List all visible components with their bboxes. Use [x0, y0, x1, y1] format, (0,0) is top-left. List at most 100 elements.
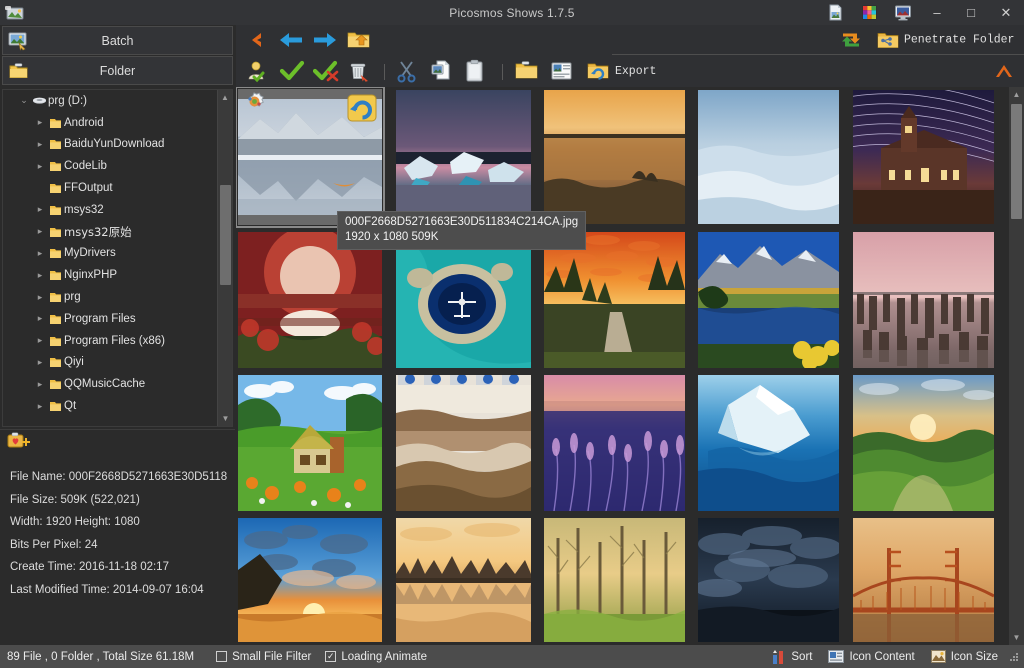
chevron-right-icon[interactable]: ▸	[33, 117, 47, 128]
small-file-filter-checkbox[interactable]: Small File Filter	[216, 651, 311, 663]
folder-tree[interactable]: ⌄ prg (D:) ▸ Android	[2, 89, 233, 427]
rename-icon[interactable]	[550, 60, 574, 82]
grid-scrollbar-thumb[interactable]	[1011, 104, 1022, 219]
thumbnail-item[interactable]	[853, 375, 994, 511]
thumbnail-item[interactable]	[853, 90, 994, 224]
tree-item-program-files[interactable]: ▸ Program Files	[3, 308, 217, 330]
tree-item-mydrivers[interactable]: ▸ MyDrivers	[3, 243, 217, 265]
checkbox-box[interactable]: ✓	[325, 651, 336, 662]
new-folder-icon[interactable]	[514, 60, 540, 82]
thumbnail-item[interactable]	[238, 375, 382, 511]
thumbnail-item[interactable]	[698, 518, 839, 642]
tree-item-nginxphp[interactable]: ▸ NginxPHP	[3, 264, 217, 286]
thumbnail-item[interactable]	[238, 518, 382, 642]
chevron-right-icon[interactable]: ▸	[33, 226, 47, 237]
scroll-up-icon[interactable]: ▲	[218, 90, 232, 105]
tree-item-qt[interactable]: ▸ Qt	[3, 395, 217, 417]
chevron-right-icon[interactable]: ▸	[33, 248, 47, 259]
select-person-icon[interactable]	[245, 59, 269, 83]
delete-trash-icon[interactable]	[347, 59, 371, 83]
tree-item-program-files-x86[interactable]: ▸ Program Files (x86)	[3, 330, 217, 352]
icon-size-button[interactable]: Icon Size	[931, 650, 998, 663]
tree-root-prg[interactable]: ⌄ prg (D:)	[3, 90, 217, 112]
thumbnail-item[interactable]	[396, 375, 531, 511]
chevron-right-icon[interactable]: ▸	[33, 313, 47, 324]
icon-content-button[interactable]: Icon Content	[828, 650, 914, 663]
select-all-check-icon[interactable]	[279, 59, 305, 83]
thumbnail-item[interactable]	[544, 232, 685, 368]
thumbnail-item[interactable]	[698, 232, 839, 368]
chevron-down-icon[interactable]: ⌄	[17, 95, 31, 106]
favorite-add-icon[interactable]	[6, 431, 32, 456]
scroll-up-icon[interactable]: ▲	[1009, 87, 1024, 102]
close-button[interactable]: ✕	[988, 0, 1024, 25]
thumbnail-item[interactable]	[396, 518, 531, 642]
forward-arrow-icon[interactable]	[312, 30, 338, 50]
chevron-right-icon[interactable]: ▸	[33, 401, 47, 412]
thumbnail-item[interactable]	[238, 89, 382, 225]
chevron-right-icon[interactable]: ▸	[33, 292, 47, 303]
chevron-right-icon[interactable]: ▸	[33, 357, 47, 368]
document-image-icon[interactable]	[818, 0, 852, 25]
file-size-line: File Size: 509K (522,021)	[10, 489, 235, 512]
tree-item-qqmusiccache[interactable]: ▸ QQMusicCache	[3, 373, 217, 395]
export-button[interactable]: Export	[586, 60, 656, 82]
thumbnail-item[interactable]	[544, 375, 685, 511]
tree-item-ffoutput[interactable]: FFOutput	[3, 177, 217, 199]
tree-item-msys32[interactable]: ▸ msys32	[3, 199, 217, 221]
thumbnail-item[interactable]	[544, 518, 685, 642]
deselect-all-check-icon[interactable]	[313, 59, 341, 83]
maximize-button[interactable]: □	[954, 0, 988, 25]
penetrate-folder-button[interactable]: Penetrate Folder	[876, 30, 1014, 51]
chevron-right-icon[interactable]: ▸	[33, 161, 47, 172]
thumbnail-item[interactable]	[238, 232, 382, 368]
folder-up-icon[interactable]	[346, 29, 372, 51]
batch-button[interactable]: Batch	[2, 26, 233, 55]
tree-item-baiduyundownload[interactable]: ▸ BaiduYunDownload	[3, 134, 217, 156]
tree-item-qiyi[interactable]: ▸ Qiyi	[3, 352, 217, 374]
tree-scrollbar-thumb[interactable]	[220, 185, 231, 285]
chevron-right-icon[interactable]: ▸	[33, 204, 47, 215]
chevron-right-icon[interactable]: ▸	[33, 335, 47, 346]
thumbnail-item[interactable]	[698, 90, 839, 224]
loading-animate-checkbox[interactable]: ✓ Loading Animate	[325, 651, 427, 663]
refresh-arrows-icon[interactable]	[840, 31, 862, 50]
rotate-icon[interactable]	[345, 92, 379, 129]
back-chevron-icon[interactable]	[246, 30, 268, 50]
thumbnail-item[interactable]	[396, 232, 531, 368]
gear-image-icon[interactable]	[240, 91, 270, 124]
cut-scissors-icon[interactable]	[396, 59, 418, 83]
grid-scrollbar[interactable]: ▲ ▼	[1009, 87, 1024, 645]
thumbnail-item[interactable]	[853, 518, 994, 642]
tree-item-label: Program Files	[64, 313, 136, 325]
tree-item-codelib[interactable]: ▸ CodeLib	[3, 155, 217, 177]
chevron-right-icon[interactable]: ▸	[33, 379, 47, 390]
chevron-up-icon[interactable]	[994, 63, 1014, 79]
sort-label: Sort	[791, 651, 812, 663]
folder-button[interactable]: Folder	[2, 56, 233, 85]
color-palette-icon[interactable]	[852, 0, 886, 25]
back-arrow-icon[interactable]	[278, 30, 304, 50]
tree-scrollbar[interactable]: ▲ ▼	[217, 90, 232, 426]
paste-clipboard-icon[interactable]	[464, 59, 486, 83]
thumbnail-grid[interactable]: ▲ ▼	[236, 87, 1024, 645]
minimize-button[interactable]: –	[920, 0, 954, 25]
copy-icon[interactable]	[430, 59, 454, 83]
tree-item-android[interactable]: ▸ Android	[3, 112, 217, 134]
checkbox-box[interactable]	[216, 651, 227, 662]
thumbnail-item[interactable]	[396, 90, 531, 224]
tree-item-msys32-yuanshi[interactable]: ▸ msys32原始	[3, 221, 217, 243]
icon-content-icon	[828, 650, 844, 663]
tree-item-label: CodeLib	[64, 160, 107, 172]
thumbnail-item[interactable]	[544, 90, 685, 224]
chevron-right-icon[interactable]: ▸	[33, 270, 47, 281]
scroll-down-icon[interactable]: ▼	[1009, 630, 1024, 645]
scroll-down-icon[interactable]: ▼	[218, 411, 233, 426]
sort-button[interactable]: Sort	[771, 650, 812, 664]
tree-item-prg[interactable]: ▸ prg	[3, 286, 217, 308]
resize-grip-icon[interactable]	[1008, 651, 1020, 663]
thumbnail-item[interactable]	[698, 375, 839, 511]
monitor-icon[interactable]	[886, 0, 920, 25]
thumbnail-item[interactable]	[853, 232, 994, 368]
chevron-right-icon[interactable]: ▸	[33, 139, 47, 150]
